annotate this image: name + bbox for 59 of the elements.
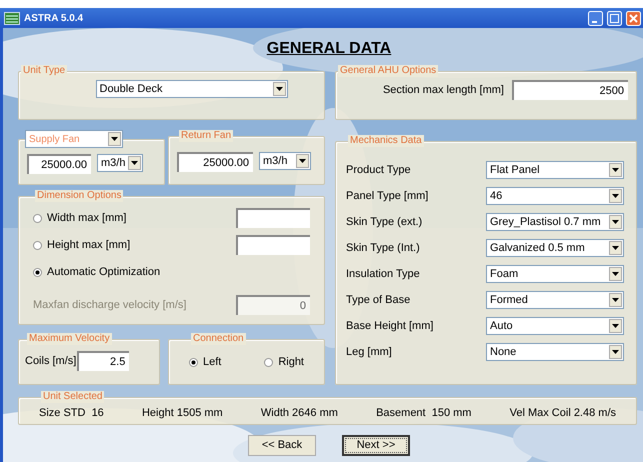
field-label: Skin Type (ext.) — [346, 214, 422, 230]
maximize-icon[interactable] — [607, 10, 622, 26]
field-label: Coils [m/s] — [25, 354, 76, 369]
radio-label[interactable]: Width max [mm] — [47, 210, 126, 226]
group-title: General AHU Options — [338, 65, 438, 77]
group-title: Dimension Options — [35, 190, 124, 202]
window-title: ASTRA 5.0.4 — [24, 12, 84, 26]
input-field[interactable] — [236, 235, 310, 255]
group-title: Mechanics Data — [348, 135, 424, 147]
dropdown[interactable]: Galvanized 0.5 mm — [486, 239, 624, 257]
page-heading: GENERAL DATA — [266, 38, 392, 58]
field-label: Insulation Type — [346, 266, 420, 282]
field-label: Skin Type (Int.) — [346, 240, 420, 256]
unit-info-text: Vel Max Coil 2.48 m/s — [510, 406, 616, 422]
dropdown[interactable]: m3/h — [97, 154, 143, 172]
dropdown[interactable]: 46 — [486, 187, 624, 205]
dropdown[interactable]: None — [486, 343, 624, 361]
radio-button[interactable] — [33, 268, 42, 276]
field-label: Product Type — [346, 162, 411, 178]
field-label: Section max length [mm] — [382, 82, 504, 98]
dropdown[interactable]: Grey_Plastisol 0.7 mm — [486, 213, 624, 231]
input-field[interactable]: 2.5 — [77, 351, 130, 371]
field-label: Type of Base — [346, 292, 410, 308]
input-field[interactable]: 25000.00 — [27, 154, 91, 174]
input-field[interactable]: 2500 — [512, 80, 628, 100]
group-title: Connection — [191, 333, 246, 345]
field-label: Leg [mm] — [346, 344, 392, 360]
radio-label[interactable]: Automatic Optimization — [47, 264, 160, 280]
radio-button[interactable] — [264, 358, 274, 367]
field-label: Maxfan discharge velocity [m/s] — [33, 298, 186, 313]
unit-info-text: Width 2646 mm — [260, 406, 338, 422]
dropdown[interactable]: Flat Panel — [486, 161, 624, 179]
close-icon[interactable] — [626, 10, 641, 26]
radio-label[interactable]: Right — [278, 354, 304, 370]
group-title: Return Fan — [179, 130, 234, 142]
field-label: Panel Type [mm] — [346, 188, 428, 204]
group-title: Unit Type — [21, 65, 68, 77]
dropdown[interactable]: Auto — [486, 317, 624, 335]
nav-button[interactable]: Next >> — [342, 435, 410, 456]
minimize-icon[interactable] — [588, 10, 603, 26]
unit-info-text: Size STD 16 — [39, 406, 104, 422]
radio-button[interactable] — [189, 358, 198, 367]
dropdown[interactable]: Foam — [486, 265, 624, 283]
unit-info-text: Height 1505 mm — [142, 406, 223, 422]
radio-button[interactable] — [33, 240, 42, 250]
app-icon — [4, 12, 20, 24]
group-title: Unit Selected — [41, 391, 104, 403]
field-label: Base Height [mm] — [346, 318, 434, 334]
input-field[interactable] — [236, 208, 310, 228]
input-field[interactable]: 25000.00 — [177, 152, 253, 172]
radio-label[interactable]: Height max [mm] — [47, 236, 130, 254]
radio-button[interactable] — [33, 214, 42, 222]
radio-label[interactable]: Left — [203, 354, 222, 370]
dropdown[interactable]: Formed — [486, 291, 624, 309]
group-title: Maximum Velocity — [27, 333, 112, 345]
dropdown[interactable]: m3/h — [259, 152, 311, 170]
nav-button[interactable]: << Back — [248, 435, 316, 456]
dropdown[interactable]: Double Deck — [96, 80, 288, 98]
unit-info-text: Basement 150 mm — [376, 406, 472, 422]
